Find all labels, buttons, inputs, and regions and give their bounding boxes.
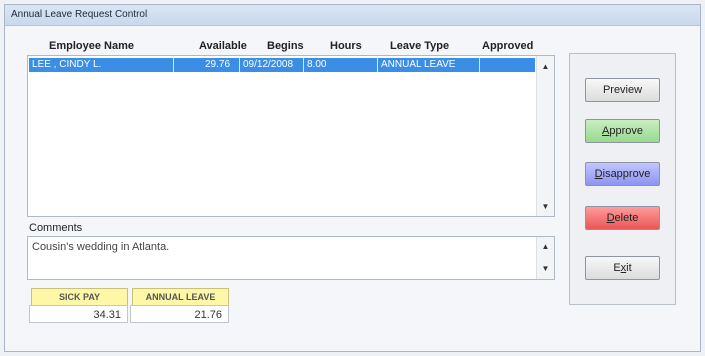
column-separator (173, 58, 174, 72)
exit-label-post: it (626, 262, 632, 274)
disapprove-accesskey: D (594, 168, 603, 180)
table-header: Employee Name Available Begins Hours Lea… (27, 40, 547, 54)
window-title: Annual Leave Request Control (11, 9, 148, 20)
comments-scrollbar[interactable]: ▲ ▼ (536, 237, 554, 279)
delete-accesskey: D (606, 212, 615, 224)
list-scrollbar[interactable]: ▲ ▼ (536, 56, 554, 216)
action-panel: Preview Approve Disapprove Delete Exit (569, 53, 676, 305)
cell-hours: 8.00 (307, 59, 327, 70)
cell-leave-type: ANNUAL LEAVE (381, 59, 456, 70)
annual-leave-header: ANNUAL LEAVE (132, 288, 229, 306)
approve-button[interactable]: Approve (585, 119, 660, 143)
sick-pay-value: 34.31 (29, 305, 128, 323)
comments-text: Cousin's wedding in Atlanta. (32, 241, 170, 253)
col-hours[interactable]: Hours (330, 40, 362, 52)
arrow-up-icon[interactable]: ▲ (537, 242, 554, 251)
column-separator (239, 58, 240, 72)
comments-field[interactable]: Cousin's wedding in Atlanta. ▲ ▼ (27, 236, 555, 280)
col-begins[interactable]: Begins (267, 40, 304, 52)
arrow-down-icon[interactable]: ▼ (537, 202, 554, 211)
title-bar: Annual Leave Request Control (5, 5, 700, 26)
annual-leave-value: 21.76 (130, 305, 229, 323)
disapprove-button[interactable]: Disapprove (585, 162, 660, 186)
arrow-down-icon[interactable]: ▼ (537, 264, 554, 273)
table-row[interactable]: LEE , CINDY L. 29.76 09/12/2008 8.00 ANN… (29, 58, 535, 72)
cell-available: 29.76 (205, 59, 231, 70)
column-separator (479, 58, 480, 72)
column-separator (377, 58, 378, 72)
col-employee-name[interactable]: Employee Name (49, 40, 134, 52)
approve-label: pprove (609, 125, 643, 137)
delete-label: elete (614, 212, 639, 224)
exit-label-pre: E (613, 262, 621, 274)
cell-begins: 09/12/2008 (243, 59, 294, 70)
sick-pay-header: SICK PAY (31, 288, 128, 306)
col-approved[interactable]: Approved (482, 40, 533, 52)
comments-label: Comments (29, 222, 83, 234)
col-available[interactable]: Available (199, 40, 247, 52)
cell-employee-name: LEE , CINDY L. (32, 59, 102, 70)
arrow-up-icon[interactable]: ▲ (537, 62, 554, 71)
delete-button[interactable]: Delete (585, 206, 660, 230)
leave-request-list[interactable]: LEE , CINDY L. 29.76 09/12/2008 8.00 ANN… (27, 55, 555, 217)
exit-button[interactable]: Exit (585, 256, 660, 280)
disapprove-label: isapprove (602, 168, 651, 180)
col-leave-type[interactable]: Leave Type (390, 40, 449, 52)
preview-button[interactable]: Preview (585, 78, 660, 102)
column-separator (303, 58, 304, 72)
